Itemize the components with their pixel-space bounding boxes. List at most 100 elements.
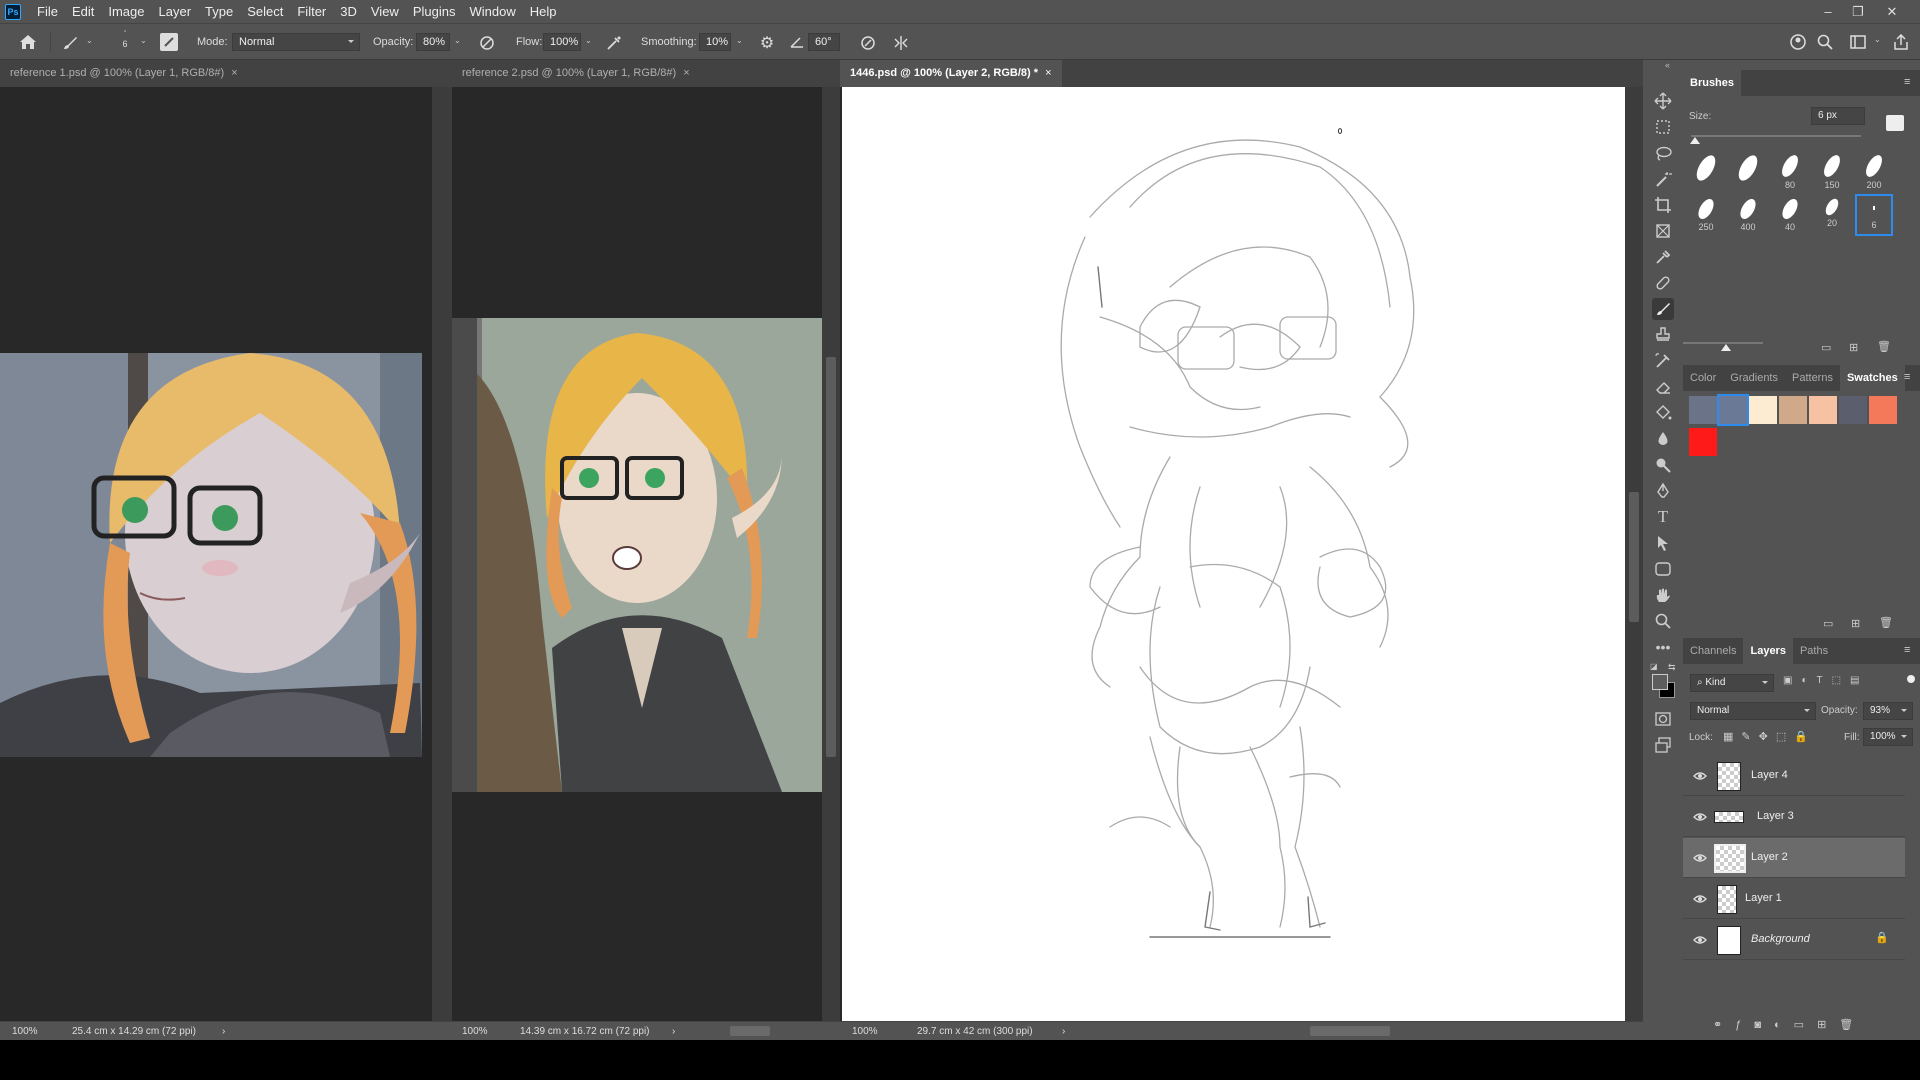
menu-3d[interactable]: 3D: [333, 0, 364, 23]
dodge-tool-icon[interactable]: [1652, 454, 1674, 476]
status-arrow-icon[interactable]: ›: [222, 1026, 225, 1037]
stamp-tool-icon[interactable]: [1652, 324, 1674, 346]
swatch[interactable]: [1689, 396, 1717, 424]
brush-preset[interactable]: [1687, 152, 1725, 194]
tab-1446[interactable]: 1446.psd @ 100% (Layer 2, RGB/8) * ×: [840, 60, 1062, 87]
layer-name[interactable]: Layer 3: [1757, 810, 1794, 822]
blur-tool-icon[interactable]: [1652, 428, 1674, 450]
menu-view[interactable]: View: [364, 0, 406, 23]
new-swatch-icon[interactable]: ⊞: [1851, 617, 1860, 630]
eye-icon[interactable]: [1693, 810, 1707, 824]
menu-select[interactable]: Select: [240, 0, 290, 23]
menu-file[interactable]: File: [30, 0, 65, 23]
swatch[interactable]: [1689, 428, 1717, 456]
frame-tool-icon[interactable]: [1652, 220, 1674, 242]
doc2-canvas[interactable]: [452, 87, 822, 1021]
layer-name[interactable]: Background: [1751, 933, 1810, 945]
collapse-panels-icon[interactable]: «: [1665, 60, 1670, 70]
zoom-tool-icon[interactable]: [1652, 610, 1674, 632]
swatch[interactable]: [1779, 396, 1807, 424]
angle-input[interactable]: 60°: [808, 33, 840, 51]
doc3-scrollbar[interactable]: [1625, 87, 1643, 1021]
doc2-zoom[interactable]: 100%: [462, 1026, 488, 1037]
chevron-down-icon[interactable]: ⌄: [86, 36, 93, 45]
brush-size-preview[interactable]: ˊ 6: [117, 30, 133, 49]
history-brush-tool-icon[interactable]: [1652, 350, 1674, 372]
brush-preset[interactable]: 150: [1813, 152, 1851, 194]
layer-row-background[interactable]: Background 🔒: [1683, 920, 1905, 960]
layer-name[interactable]: Layer 2: [1751, 851, 1788, 863]
doc2-scrollbar[interactable]: [822, 87, 840, 1021]
chevron-down-icon[interactable]: ⌄: [140, 36, 147, 45]
chevron-down-icon[interactable]: ⌄: [736, 36, 743, 45]
lasso-tool-icon[interactable]: [1652, 142, 1674, 164]
close-tab-icon[interactable]: ×: [1045, 67, 1051, 79]
chevron-down-icon[interactable]: ⌄: [454, 36, 461, 45]
layer-actions-bar[interactable]: ⚭ƒ◙◐▭⊞🗑: [1713, 1018, 1866, 1031]
brush-settings-icon[interactable]: [160, 33, 178, 51]
pen-tool-icon[interactable]: [1652, 480, 1674, 502]
symmetry-icon[interactable]: [891, 33, 911, 53]
swap-colors-icon[interactable]: ⇆: [1668, 662, 1676, 673]
menu-plugins[interactable]: Plugins: [406, 0, 463, 23]
tab-reference-1[interactable]: reference 1.psd @ 100% (Layer 1, RGB/8#)…: [0, 60, 248, 87]
layer-row-layer-2[interactable]: Layer 2: [1683, 838, 1905, 878]
adjustment-layer-icon[interactable]: ◐: [1774, 1019, 1794, 1031]
close-window-button[interactable]: ✕: [1877, 0, 1907, 23]
brush-preset[interactable]: [1729, 152, 1767, 194]
brush-size-input[interactable]: 6 px: [1811, 107, 1865, 125]
shape-tool-icon[interactable]: [1652, 558, 1674, 580]
eyedropper-tool-icon[interactable]: [1652, 246, 1674, 268]
eye-icon[interactable]: [1693, 769, 1707, 783]
close-tab-icon[interactable]: ×: [231, 67, 237, 79]
brush-preset[interactable]: 200: [1855, 152, 1893, 194]
doc2-hscroll-thumb[interactable]: [730, 1026, 770, 1036]
tab-color[interactable]: Color: [1683, 365, 1723, 391]
swatch[interactable]: [1749, 396, 1777, 424]
flow-input[interactable]: 100%: [543, 33, 581, 51]
eye-icon[interactable]: [1693, 892, 1707, 906]
brush-preset[interactable]: 20: [1813, 196, 1851, 238]
airbrush-icon[interactable]: [604, 33, 624, 53]
new-layer-icon[interactable]: ⊞: [1817, 1019, 1839, 1031]
opacity-input[interactable]: 80%: [416, 33, 450, 51]
mode-select[interactable]: Normal: [232, 33, 360, 51]
doc3-scrollbar-thumb[interactable]: [1629, 492, 1639, 622]
close-tab-icon[interactable]: ×: [683, 67, 689, 79]
brush-preset[interactable]: 40: [1771, 196, 1809, 238]
hand-tool-icon[interactable]: [1652, 584, 1674, 606]
tab-reference-2[interactable]: reference 2.psd @ 100% (Layer 1, RGB/8#)…: [452, 60, 700, 87]
layer-filter-icons[interactable]: ▣◐T⬚▤: [1783, 675, 1869, 686]
tab-gradients[interactable]: Gradients: [1723, 365, 1785, 391]
swatch[interactable]: [1809, 396, 1837, 424]
menu-type[interactable]: Type: [198, 0, 240, 23]
pressure-opacity-icon[interactable]: [477, 33, 497, 53]
blend-mode-select[interactable]: Normal: [1690, 702, 1816, 720]
default-colors-icon[interactable]: ◪: [1650, 662, 1658, 671]
menu-image[interactable]: Image: [101, 0, 151, 23]
toggle-brush-settings-icon[interactable]: [1886, 115, 1904, 131]
brush-preview-handle[interactable]: [1721, 344, 1731, 351]
minimize-button[interactable]: –: [1813, 0, 1843, 23]
brush-preset[interactable]: 250: [1687, 196, 1725, 238]
cloud-docs-icon[interactable]: [1788, 32, 1808, 52]
layer-name[interactable]: Layer 1: [1745, 892, 1782, 904]
eye-icon[interactable]: [1693, 851, 1707, 865]
path-selection-tool-icon[interactable]: [1652, 532, 1674, 554]
more-tools-icon[interactable]: •••: [1652, 636, 1674, 658]
share-icon[interactable]: [1891, 32, 1911, 52]
delete-layer-icon[interactable]: 🗑: [1839, 1019, 1866, 1031]
brush-preset[interactable]: 80: [1771, 152, 1809, 194]
eraser-tool-icon[interactable]: [1652, 376, 1674, 398]
delete-icon[interactable]: 🗑: [1879, 616, 1893, 629]
brush-tool-icon[interactable]: [1652, 298, 1674, 320]
doc1-zoom[interactable]: 100%: [12, 1026, 38, 1037]
angle-icon[interactable]: [788, 33, 806, 51]
home-icon[interactable]: [18, 32, 38, 52]
doc1-canvas[interactable]: [0, 87, 432, 1021]
fill-input[interactable]: 100%: [1863, 728, 1913, 746]
brush-size-slider-handle[interactable]: [1690, 137, 1700, 144]
tab-layers[interactable]: Layers: [1743, 638, 1793, 664]
layer-row-layer-4[interactable]: Layer 4: [1683, 756, 1905, 796]
workspace-icon[interactable]: [1848, 32, 1868, 52]
